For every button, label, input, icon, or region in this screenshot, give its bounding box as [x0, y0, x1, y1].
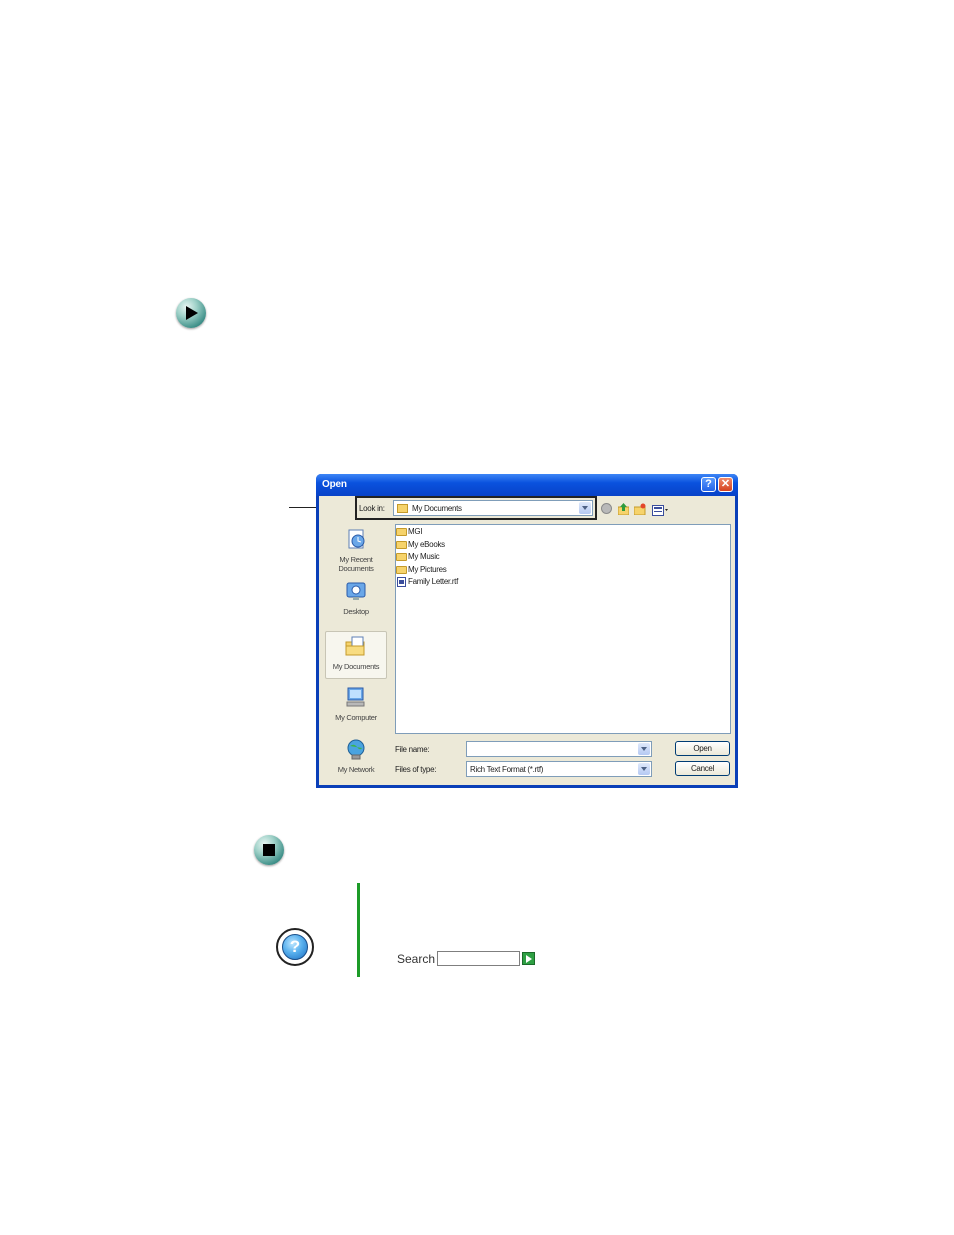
file-name-input[interactable] — [466, 741, 652, 757]
file-name-text: MGI — [408, 527, 423, 536]
stop-bullet-icon — [254, 835, 284, 865]
my-documents-icon — [345, 636, 365, 656]
place-label: Desktop — [343, 607, 369, 616]
files-of-type-dropdown[interactable]: Rich Text Format (*.rtf) — [466, 761, 652, 777]
look-in-label: Look in: — [359, 504, 385, 513]
help-sidebar-bar — [357, 883, 360, 977]
place-label: My Computer — [335, 713, 377, 722]
help-button[interactable]: ? — [701, 477, 716, 492]
place-label: My Network — [337, 765, 375, 774]
files-of-type-value: Rich Text Format (*.rtf) — [470, 765, 544, 774]
place-label: My Documents — [332, 662, 380, 671]
place-my-computer[interactable]: My Computer — [325, 686, 387, 722]
document-icon — [397, 577, 406, 587]
new-folder-icon[interactable] — [633, 502, 646, 516]
search-input[interactable] — [437, 951, 520, 966]
question-mark-icon: ? — [282, 934, 308, 960]
close-button[interactable]: ✕ — [718, 477, 733, 492]
music-folder-icon — [396, 553, 407, 561]
views-menu-icon[interactable] — [652, 503, 668, 516]
open-button[interactable]: Open — [675, 741, 730, 756]
dialog-title: Open — [322, 479, 347, 490]
chevron-down-icon[interactable] — [579, 502, 591, 514]
my-network-icon — [347, 739, 365, 760]
file-name-text: My Pictures — [408, 565, 447, 574]
file-list[interactable]: MGI My eBooks My Music My Pictures Famil… — [395, 524, 731, 734]
place-my-documents[interactable]: My Documents — [325, 631, 387, 679]
up-folder-icon[interactable] — [617, 502, 630, 516]
recent-documents-icon — [348, 529, 365, 549]
cancel-button[interactable]: Cancel — [675, 761, 730, 776]
open-dialog: Open ? ✕ Look in: My Documents My Recent — [316, 474, 738, 788]
place-desktop[interactable]: Desktop — [325, 580, 387, 616]
folder-icon — [396, 528, 407, 536]
my-computer-icon — [346, 687, 365, 707]
places-bar: My Recent Documents Desktop My Documents… — [323, 524, 389, 776]
chevron-down-icon[interactable] — [638, 743, 650, 755]
search-go-arrow-icon[interactable] — [522, 952, 535, 965]
dialog-titlebar[interactable]: Open ? ✕ — [316, 474, 738, 496]
arrow-bullet-icon — [176, 298, 206, 328]
place-my-network[interactable]: My Network — [325, 738, 387, 774]
file-name-text: My Music — [408, 552, 440, 561]
file-name-text: Family Letter.rtf — [408, 577, 459, 586]
back-icon[interactable] — [601, 503, 612, 514]
my-documents-folder-icon — [397, 504, 408, 513]
file-name-text: My eBooks — [408, 540, 445, 549]
dialog-body: Look in: My Documents My Recent Document… — [319, 496, 735, 785]
look-in-value: My Documents — [412, 504, 462, 513]
help-circle: ? — [276, 928, 314, 966]
place-label: My Recent — [339, 555, 373, 564]
look-in-dropdown[interactable]: My Documents — [393, 500, 593, 516]
search-label: Search — [397, 952, 436, 966]
desktop-icon — [346, 582, 366, 600]
pictures-folder-icon — [396, 566, 407, 574]
chevron-down-icon[interactable] — [638, 763, 650, 775]
file-name-label: File name: — [395, 745, 430, 754]
files-of-type-label: Files of type: — [395, 765, 437, 774]
folder-icon — [396, 541, 407, 549]
place-label: Documents — [338, 564, 374, 573]
place-my-recent-documents[interactable]: My Recent Documents — [325, 528, 387, 573]
